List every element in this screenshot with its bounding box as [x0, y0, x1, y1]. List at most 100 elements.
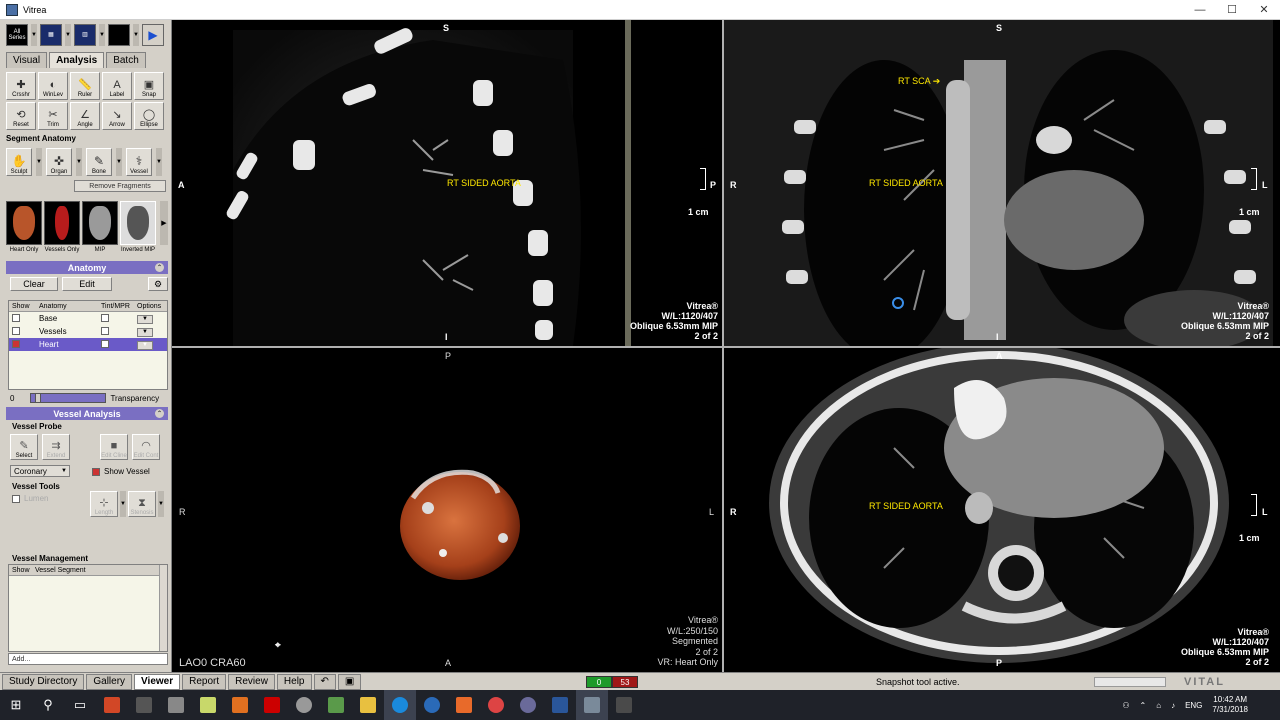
clear-button[interactable]: Clear	[10, 277, 58, 291]
vessel-table-scrollbar[interactable]	[159, 565, 167, 651]
anatomy-row-base[interactable]: Base ▼	[9, 312, 167, 325]
file-explorer-icon[interactable]	[352, 690, 384, 720]
ruler-tool[interactable]: 📏 Ruler	[70, 72, 100, 100]
slider-thumb[interactable]	[35, 393, 42, 403]
chevron-down-icon[interactable]: ▼	[116, 148, 122, 176]
anatomy-row-heart[interactable]: Heart ▼	[9, 338, 167, 351]
collapse-icon[interactable]: ⌃	[155, 409, 164, 418]
chevron-down-icon[interactable]: ▼	[76, 148, 82, 176]
acrobat-icon[interactable]	[256, 690, 288, 720]
app-icon[interactable]	[160, 690, 192, 720]
chevron-down-icon[interactable]: ▼	[31, 24, 37, 46]
arrow-annotation[interactable]: RT SCA ➔	[898, 76, 940, 87]
tab-visual[interactable]: Visual	[6, 52, 48, 68]
crosshair-tool[interactable]: ✚ Crsshr	[6, 72, 36, 100]
show-checkbox[interactable]	[12, 326, 20, 335]
tab-gallery[interactable]: Gallery	[86, 673, 133, 690]
organ-tool[interactable]: ✜ Organ	[46, 148, 72, 176]
tint-checkbox[interactable]	[101, 313, 109, 322]
pen-icon[interactable]	[608, 690, 640, 720]
options-dropdown[interactable]: ▼	[137, 315, 153, 324]
browser-icon[interactable]	[512, 690, 544, 720]
notes-icon[interactable]	[192, 690, 224, 720]
preset-vessels-only[interactable]	[44, 201, 80, 245]
length-tool[interactable]: ⊹ Length	[90, 491, 118, 517]
annotation-label[interactable]: RT SIDED AORTA	[447, 178, 521, 188]
viewport-axial[interactable]: A R L P RT SIDED AORTA 1 cm Vitrea® W/L:…	[724, 348, 1273, 672]
show-checkbox[interactable]	[12, 313, 20, 322]
layout-grid-icon[interactable]: ▦	[40, 24, 62, 46]
anatomy-row-vessels[interactable]: Vessels ▼	[9, 325, 167, 338]
vessel-analysis-header[interactable]: Vessel Analysis ⌃	[6, 407, 168, 420]
app-orange-icon[interactable]	[448, 690, 480, 720]
show-vessel-option[interactable]: Show Vessel	[92, 467, 150, 476]
matlab-icon[interactable]	[224, 690, 256, 720]
tab-analysis[interactable]: Analysis	[49, 52, 105, 68]
add-vessel-input[interactable]: Add...	[8, 653, 168, 665]
close-button[interactable]: ✕	[1248, 0, 1280, 20]
edit-cline-tool[interactable]: ■ Edit Cline	[100, 434, 128, 460]
calculator-icon[interactable]	[128, 690, 160, 720]
chevron-down-icon[interactable]: ▼	[36, 148, 42, 176]
edit-contour-tool[interactable]: ◠ Edit Cont	[132, 434, 160, 460]
teamviewer-icon[interactable]	[384, 690, 416, 720]
tab-viewer[interactable]: Viewer	[134, 673, 181, 690]
sculpt-tool[interactable]: ✋ Sculpt	[6, 148, 32, 176]
annotation-label[interactable]: RT SIDED AORTA	[869, 178, 943, 188]
user-icon[interactable]: ⚇	[1122, 701, 1129, 710]
clock[interactable]: 10:42 AM 7/31/2018	[1212, 695, 1248, 715]
windows-start-icon[interactable]: ⊞	[0, 690, 32, 720]
show-vessel-checkbox[interactable]	[92, 467, 100, 476]
trim-tool[interactable]: ✂ Trim	[38, 102, 68, 130]
task-view-icon[interactable]: ▭	[64, 690, 96, 720]
single-view-icon[interactable]	[108, 24, 130, 46]
lumen-option[interactable]: Lumen	[12, 494, 48, 503]
vessel-type-select[interactable]: Coronary ▼	[10, 465, 70, 477]
all-series-button[interactable]: All Series	[6, 24, 28, 46]
reset-tool[interactable]: ⟲ Reset	[6, 102, 36, 130]
viewport-sagittal[interactable]: S A P I RT SIDED AORTA 1 cm Vitrea® W/L:…	[173, 20, 722, 346]
transparency-slider[interactable]	[30, 393, 107, 403]
vessel-tool[interactable]: ⚕ Vessel	[126, 148, 152, 176]
tab-study-directory[interactable]: Study Directory	[2, 673, 85, 690]
settings-icon[interactable]	[288, 690, 320, 720]
chevron-down-icon[interactable]: ▼	[99, 24, 105, 46]
anatomy-options-icon[interactable]: ⚙	[148, 277, 168, 291]
snap-tool[interactable]: ▣ Snap	[134, 72, 164, 100]
lumen-checkbox[interactable]	[12, 494, 20, 503]
play-icon[interactable]: ▶	[142, 24, 164, 46]
edit-button[interactable]: Edit	[62, 277, 112, 291]
remote-icon[interactable]	[416, 690, 448, 720]
show-checkbox[interactable]	[12, 339, 20, 348]
tab-report[interactable]: Report	[182, 673, 227, 690]
options-dropdown[interactable]: ▼	[137, 328, 153, 337]
powerpoint-icon[interactable]	[96, 690, 128, 720]
presets-scroll-right[interactable]: ▶	[160, 201, 168, 245]
chevron-down-icon[interactable]: ▼	[133, 24, 139, 46]
chevron-down-icon[interactable]: ▼	[65, 24, 71, 46]
layout-split-icon[interactable]: ▥	[74, 24, 96, 46]
annotation-label[interactable]: RT SIDED AORTA	[869, 501, 943, 511]
bone-tool[interactable]: ✎ Bone	[86, 148, 112, 176]
chevron-up-icon[interactable]: ⌃	[1140, 701, 1147, 710]
viewport-coronal[interactable]: S R L I RT SCA ➔ RT SIDED AORTA 1 cm Vit…	[724, 20, 1273, 346]
label-tool[interactable]: A Label	[102, 72, 132, 100]
stenosis-tool[interactable]: ⧗ Stenosis	[128, 491, 156, 517]
collapse-icon[interactable]: ⌃	[155, 263, 164, 272]
language-indicator[interactable]: ENG	[1185, 701, 1202, 710]
window-level-tool[interactable]: ◐ WinLev	[38, 72, 68, 100]
remove-fragments-button[interactable]: Remove Fragments	[74, 180, 166, 192]
tint-checkbox[interactable]	[101, 339, 109, 348]
tab-batch[interactable]: Batch	[106, 52, 146, 68]
minimize-button[interactable]: —	[1184, 0, 1216, 20]
viewport-volume-render[interactable]: P R L A LAO0 CRA60 ⌖ Vitrea® W/L:250/150…	[173, 348, 722, 672]
options-dropdown[interactable]: ▼	[137, 341, 153, 350]
undo-icon[interactable]: ↶	[313, 673, 336, 690]
redo-icon[interactable]: ▣	[337, 673, 362, 690]
volume-icon[interactable]: ♪	[1171, 701, 1175, 710]
angle-tool[interactable]: ∠ Angle	[70, 102, 100, 130]
r-studio-icon[interactable]	[320, 690, 352, 720]
word-icon[interactable]	[544, 690, 576, 720]
chrome-icon[interactable]	[480, 690, 512, 720]
vitrea-task-icon[interactable]	[576, 690, 608, 720]
